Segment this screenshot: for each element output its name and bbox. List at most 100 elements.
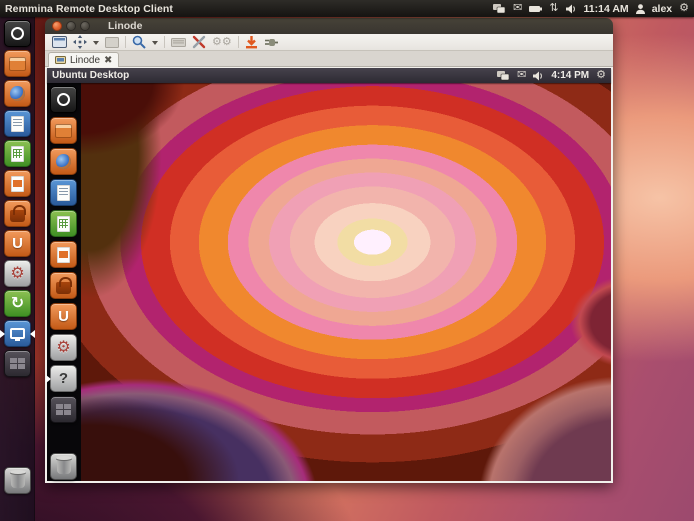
mail-icon[interactable]: ✉ <box>517 69 526 82</box>
launcher-item-software-updater[interactable]: ↻ <box>4 290 31 317</box>
dropdown-caret[interactable] <box>152 41 158 48</box>
writer-icon <box>57 185 70 201</box>
magnifier-icon[interactable] <box>132 35 146 50</box>
firefox-icon <box>56 154 71 169</box>
remmina-window: Linode ⚙⚙ <box>45 18 613 483</box>
remote-viewport[interactable]: Ubuntu Desktop ✉ 4:14 PM ⚙ <box>45 67 613 483</box>
network-icon[interactable] <box>497 69 510 82</box>
trash-icon <box>57 459 71 474</box>
launcher-item-workspace-switcher[interactable] <box>4 350 31 377</box>
remmina-toolbar: ⚙⚙ <box>45 34 613 51</box>
question-mark-icon: ? <box>59 370 68 387</box>
toolbar-separator <box>164 36 165 48</box>
remote-launcher-item-trash[interactable] <box>50 453 77 480</box>
volume-icon[interactable] <box>566 2 577 15</box>
remote-wallpaper <box>81 83 611 481</box>
workspace-grid-icon <box>10 358 25 370</box>
launcher-item-firefox[interactable] <box>4 80 31 107</box>
impress-icon <box>57 247 70 263</box>
remote-launcher-item-unknown-app[interactable]: ? <box>50 365 77 392</box>
tab-monitor-icon <box>55 56 66 65</box>
remote-launcher-item-software-center[interactable] <box>50 272 77 299</box>
username[interactable]: alex <box>652 3 672 15</box>
tab-close-icon[interactable]: ✖ <box>104 55 112 66</box>
remmina-monitor-icon <box>10 328 25 339</box>
maximize-button[interactable] <box>80 21 90 31</box>
trash-icon <box>11 473 25 488</box>
network-icon[interactable] <box>493 2 506 15</box>
remote-active-app-title: Ubuntu Desktop <box>52 70 129 81</box>
user-icon[interactable] <box>636 2 645 15</box>
host-clock[interactable]: 11:14 AM <box>584 3 629 15</box>
ubuntu-logo-icon <box>57 93 70 106</box>
software-center-icon <box>56 282 71 294</box>
tab-bar: Linode ✖ <box>45 51 613 67</box>
calc-icon <box>57 216 70 232</box>
fullscreen-icon[interactable] <box>52 35 67 50</box>
minimize-button[interactable] <box>66 21 76 31</box>
remote-launcher-item-files[interactable] <box>50 117 77 144</box>
volume-icon[interactable] <box>533 69 544 82</box>
host-launcher: U ⚙ ↻ <box>0 17 35 521</box>
writer-icon <box>11 116 24 132</box>
remote-launcher-item-writer[interactable] <box>50 179 77 206</box>
fit-window-icon[interactable] <box>73 35 87 50</box>
host-indicators: ✉ ⇅ 11:14 AM alex ⚙ <box>493 2 694 15</box>
dropdown-caret[interactable] <box>93 41 99 48</box>
remote-launcher-item-impress[interactable] <box>50 241 77 268</box>
remote-launcher-item-calc[interactable] <box>50 210 77 237</box>
desktop: Remmina Remote Desktop Client ✉ ⇅ 11:14 … <box>0 0 694 521</box>
launcher-item-trash[interactable] <box>4 467 31 494</box>
launcher-item-writer[interactable] <box>4 110 31 137</box>
session-gear-icon[interactable]: ⚙ <box>679 2 689 15</box>
mail-icon[interactable]: ✉ <box>513 2 522 15</box>
remote-top-panel: Ubuntu Desktop ✉ 4:14 PM ⚙ <box>47 68 611 83</box>
update-arrow-icon: ↻ <box>11 296 24 312</box>
settings-gear-icon: ⚙ <box>56 340 70 356</box>
host-top-panel: Remmina Remote Desktop Client ✉ ⇅ 11:14 … <box>0 0 694 17</box>
scaled-mode-icon[interactable] <box>105 35 119 50</box>
workspace-grid-icon <box>56 404 71 416</box>
ubuntu-one-icon: U <box>58 309 69 324</box>
launcher-item-remmina[interactable] <box>4 320 31 347</box>
disconnect-plug-icon[interactable] <box>264 35 278 50</box>
tab-linode[interactable]: Linode ✖ <box>48 52 119 67</box>
remote-launcher: U ⚙ ? <box>47 83 81 481</box>
plugins-gears-icon[interactable]: ⚙⚙ <box>212 35 232 50</box>
files-icon <box>9 57 26 71</box>
firefox-icon <box>10 86 25 101</box>
launcher-item-dash-home[interactable] <box>4 20 31 47</box>
launcher-item-software-center[interactable] <box>4 200 31 227</box>
screenshot-download-icon[interactable] <box>245 35 258 50</box>
toolbar-separator <box>125 36 126 48</box>
toolbar-separator <box>238 36 239 48</box>
remote-launcher-item-workspace-switcher[interactable] <box>50 396 77 423</box>
launcher-item-system-settings[interactable]: ⚙ <box>4 260 31 287</box>
remote-launcher-item-system-settings[interactable]: ⚙ <box>50 334 77 361</box>
remote-launcher-item-firefox[interactable] <box>50 148 77 175</box>
keyboard-grab-icon[interactable] <box>171 35 186 50</box>
session-gear-icon[interactable]: ⚙ <box>596 69 606 82</box>
software-center-icon <box>10 210 25 222</box>
window-titlebar[interactable]: Linode <box>45 18 613 34</box>
launcher-item-ubuntu-one[interactable]: U <box>4 230 31 257</box>
calc-icon <box>11 146 24 162</box>
ubuntu-logo-icon <box>11 27 24 40</box>
close-button[interactable] <box>52 21 62 31</box>
window-title: Linode <box>108 20 142 32</box>
settings-gear-icon: ⚙ <box>10 266 24 282</box>
remote-launcher-item-dash-home[interactable] <box>50 86 77 113</box>
tab-label: Linode <box>70 55 100 66</box>
remote-launcher-item-ubuntu-one[interactable]: U <box>50 303 77 330</box>
remote-clock[interactable]: 4:14 PM <box>551 70 589 81</box>
files-icon <box>55 124 72 138</box>
active-app-title: Remmina Remote Desktop Client <box>5 3 173 15</box>
launcher-item-files[interactable] <box>4 50 31 77</box>
remote-indicators: ✉ 4:14 PM ⚙ <box>497 69 611 82</box>
preferences-tools-icon[interactable] <box>192 35 206 50</box>
launcher-item-calc[interactable] <box>4 140 31 167</box>
battery-icon[interactable] <box>529 2 542 15</box>
sync-arrows-icon[interactable]: ⇅ <box>549 2 558 15</box>
impress-icon <box>11 176 24 192</box>
launcher-item-impress[interactable] <box>4 170 31 197</box>
